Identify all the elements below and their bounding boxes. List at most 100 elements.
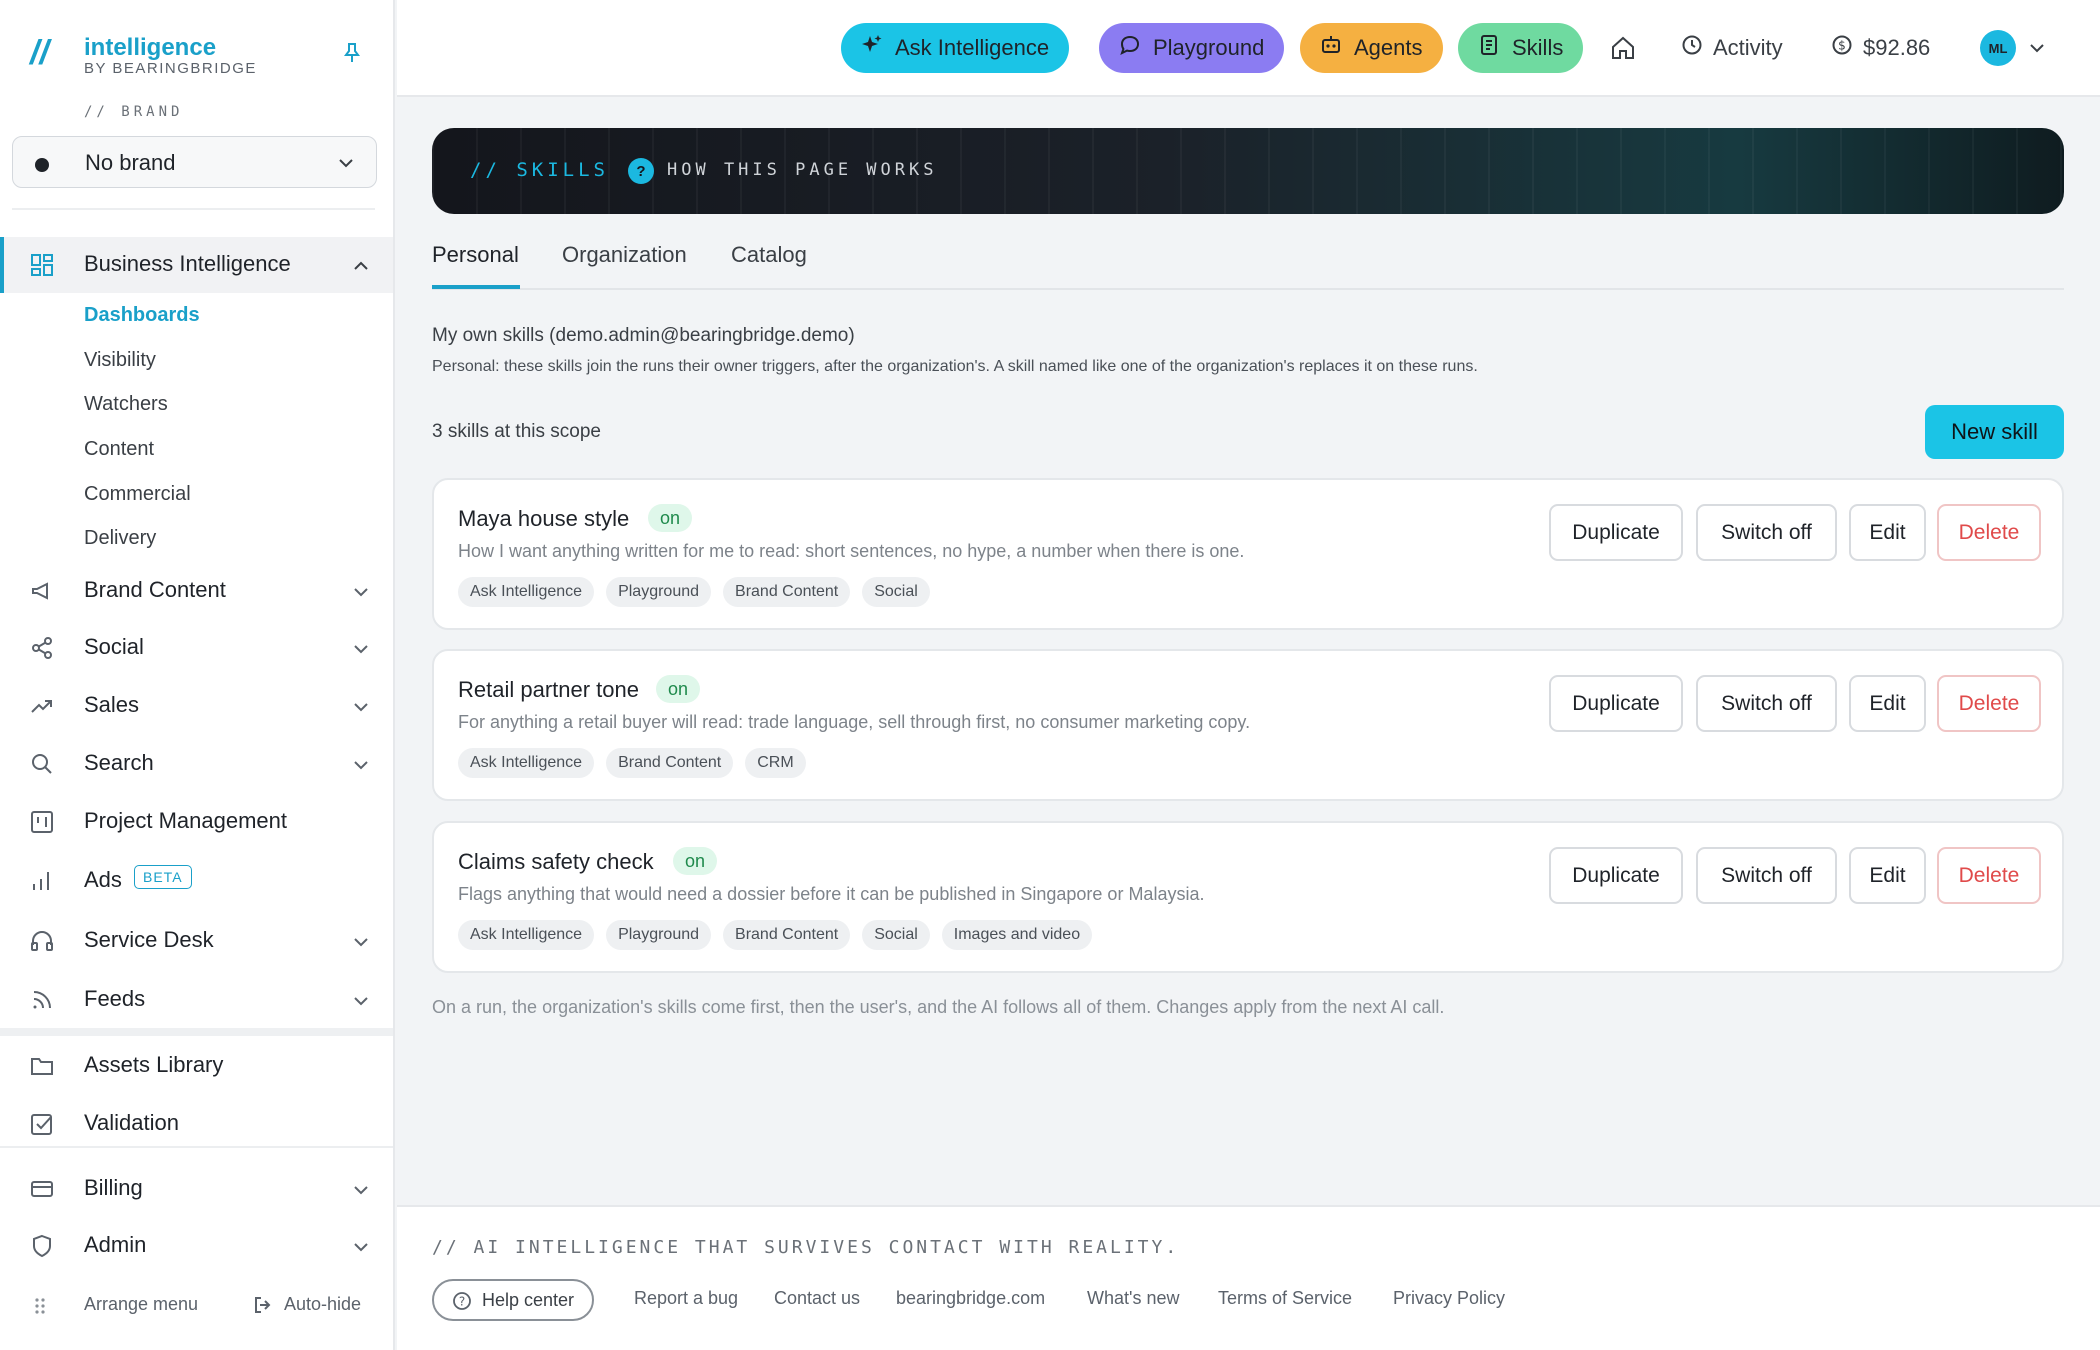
sidebar-subitem-watchers[interactable]: Watchers (84, 393, 168, 416)
terms-link[interactable]: Terms of Service (1218, 1288, 1352, 1309)
skill-card: Maya house style on How I want anything … (432, 478, 2064, 630)
brand-select[interactable]: No brand (12, 136, 377, 188)
sidebar-subitem-commercial[interactable]: Commercial (84, 483, 191, 506)
skill-tags: Ask Intelligence Playground Brand Conten… (458, 920, 1093, 950)
sidebar-item-billing[interactable]: Billing (0, 1161, 393, 1217)
top-bar: Ask Intelligence Playground Agents Skill… (397, 0, 2100, 97)
auto-hide-button[interactable]: Auto-hide (284, 1294, 361, 1315)
chevron-down-icon (352, 698, 370, 721)
sidebar-subitem-visibility[interactable]: Visibility (84, 349, 156, 372)
tab-organization[interactable]: Organization (562, 242, 687, 268)
arrange-menu-button[interactable]: Arrange menu (84, 1294, 198, 1315)
duplicate-button[interactable]: Duplicate (1549, 675, 1683, 732)
agents-button[interactable]: Agents (1300, 23, 1443, 73)
privacy-link[interactable]: Privacy Policy (1393, 1288, 1505, 1309)
skills-order-note: On a run, the organization's skills come… (432, 997, 1445, 1017)
chevron-down-icon (336, 153, 356, 178)
chevron-up-icon (352, 257, 370, 280)
page-title: // SKILLS (470, 159, 609, 181)
dollar-coin-icon: $ (1831, 34, 1853, 62)
sidebar-subitem-delivery[interactable]: Delivery (84, 527, 156, 550)
sidebar-item-project-management[interactable]: Project Management (0, 794, 393, 850)
delete-button[interactable]: Delete (1937, 847, 2041, 904)
clock-icon (1681, 34, 1703, 62)
sidebar-item-label: Assets Library (84, 1052, 224, 1077)
sidebar-item-business-intelligence[interactable]: Business Intelligence (0, 237, 393, 293)
skill-description: For anything a retail buyer will read: t… (458, 712, 1251, 732)
sidebar-subitem-content[interactable]: Content (84, 438, 154, 461)
status-badge: on (656, 675, 701, 703)
skill-tag: Images and video (941, 920, 1093, 950)
duplicate-button[interactable]: Duplicate (1549, 847, 1683, 904)
ask-intelligence-button[interactable]: Ask Intelligence (841, 23, 1070, 73)
edit-button[interactable]: Edit (1849, 675, 1926, 732)
duplicate-button[interactable]: Duplicate (1549, 504, 1683, 561)
switch-off-button[interactable]: Switch off (1696, 675, 1837, 732)
help-center-button[interactable]: ? Help center (432, 1279, 595, 1321)
edit-button[interactable]: Edit (1849, 847, 1926, 904)
sidebar-item-label: Search (84, 750, 154, 775)
skill-tag: Brand Content (723, 920, 851, 950)
home-icon[interactable] (1610, 35, 1636, 66)
new-skill-button[interactable]: New skill (1925, 405, 2064, 459)
balance-link[interactable]: $ $92.86 (1831, 34, 1930, 62)
activity-label: Activity (1713, 35, 1783, 60)
scroll-divider (0, 1028, 393, 1036)
delete-button[interactable]: Delete (1937, 675, 2041, 732)
sidebar-item-admin[interactable]: Admin (0, 1218, 393, 1274)
avatar[interactable]: ML (1980, 30, 2016, 66)
sidebar-item-sales[interactable]: Sales (0, 678, 393, 734)
pin-icon[interactable] (342, 42, 362, 69)
skill-tag: Social (862, 920, 930, 950)
credit-card-icon (30, 1177, 54, 1201)
sidebar-item-label: Ads (84, 867, 122, 892)
skills-button[interactable]: Skills (1458, 23, 1584, 73)
report-bug-link[interactable]: Report a bug (634, 1288, 738, 1309)
sidebar-subitem-dashboards[interactable]: Dashboards (84, 304, 200, 327)
help-question-icon[interactable]: ? (628, 158, 654, 184)
skill-title: Claims safety check (458, 849, 654, 874)
headset-icon (30, 929, 54, 953)
robot-icon (1320, 34, 1342, 62)
chevron-down-icon[interactable] (2027, 38, 2047, 63)
activity-link[interactable]: Activity (1681, 34, 1783, 62)
sidebar-item-feeds[interactable]: Feeds (0, 972, 393, 1028)
logo-name: intelligence (84, 34, 217, 61)
skill-tags: Ask Intelligence Playground Brand Conten… (458, 577, 930, 607)
tab-personal[interactable]: Personal (432, 242, 519, 268)
whats-new-link[interactable]: What's new (1087, 1288, 1179, 1309)
playground-button[interactable]: Playground (1099, 23, 1285, 73)
contact-us-link[interactable]: Contact us (774, 1288, 860, 1309)
beta-badge: BETA (134, 865, 192, 889)
skill-tag: Social (862, 577, 930, 607)
tab-catalog[interactable]: Catalog (731, 242, 807, 268)
shield-icon (30, 1234, 54, 1258)
search-icon (30, 752, 54, 776)
sidebar-item-brand-content[interactable]: Brand Content (0, 563, 393, 619)
skills-label: Skills (1512, 35, 1564, 60)
sidebar-item-assets-library[interactable]: Assets Library (0, 1038, 393, 1094)
delete-button[interactable]: Delete (1937, 504, 2041, 561)
sidebar-item-validation[interactable]: Validation (0, 1096, 393, 1152)
scope-tabs: Personal Organization Catalog (432, 240, 2064, 290)
sidebar-item-label: Project Management (84, 808, 287, 833)
how-this-page-works-link[interactable]: HOW THIS PAGE WORKS (667, 160, 937, 180)
sidebar-item-ads[interactable]: Ads BETA (0, 853, 393, 909)
skill-tag: Playground (606, 577, 712, 607)
edit-button[interactable]: Edit (1849, 504, 1926, 561)
sidebar-item-search[interactable]: Search (0, 736, 393, 792)
sidebar: // intelligence BY BEARINGBRIDGE // BRAN… (0, 0, 395, 1350)
skill-tag: Brand Content (606, 748, 734, 778)
sidebar-item-social[interactable]: Social (0, 620, 393, 676)
dashboard-grid-icon (30, 253, 54, 277)
bar-chart-icon (30, 869, 54, 893)
help-circle-icon: ? (452, 1291, 472, 1316)
sidebar-item-service-desk[interactable]: Service Desk (0, 913, 393, 969)
skill-description: How I want anything written for me to re… (458, 541, 1245, 561)
status-badge: on (648, 504, 693, 532)
skill-title: Retail partner tone (458, 677, 639, 702)
rss-icon (30, 988, 54, 1012)
website-link[interactable]: bearingbridge.com (896, 1288, 1045, 1309)
switch-off-button[interactable]: Switch off (1696, 847, 1837, 904)
switch-off-button[interactable]: Switch off (1696, 504, 1837, 561)
